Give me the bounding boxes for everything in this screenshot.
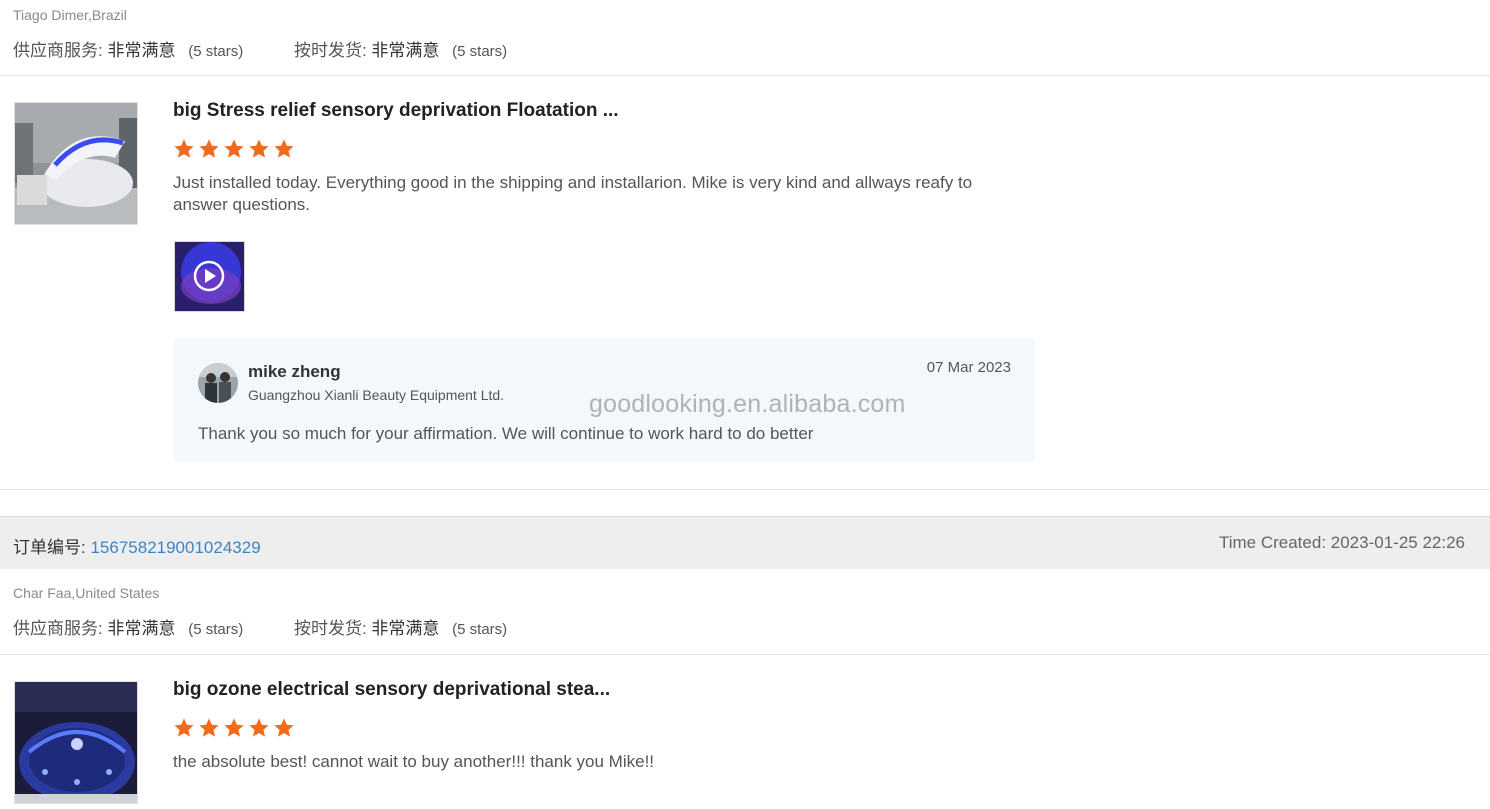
order-number-label: 订单编号: <box>13 538 86 557</box>
on-time-value: 非常满意 <box>371 41 440 60</box>
buyer-name: Char Faa,United States <box>13 585 160 601</box>
divider <box>0 489 1490 490</box>
supplier-service-value: 非常满意 <box>107 619 176 638</box>
on-time-label: 按时发货: <box>293 41 367 60</box>
buyer-ratings: 供应商服务: 非常满意 (5 stars) 按时发货: 非常满意 (5 star… <box>13 36 507 61</box>
on-time-label: 按时发货: <box>293 619 367 638</box>
on-time-delivery-rating: 按时发货: 非常满意 (5 stars) <box>294 36 507 61</box>
order-number-link[interactable]: 156758219001024329 <box>90 538 260 557</box>
star-rating <box>173 138 295 160</box>
on-time-stars: (5 stars) <box>452 43 508 60</box>
supplier-service-label: 供应商服务: <box>13 41 103 60</box>
star-icon <box>274 718 294 737</box>
watermark: goodlooking.en.alibaba.com <box>589 390 906 418</box>
star-icon <box>174 718 194 737</box>
product-title[interactable]: big ozone electrical sensory deprivation… <box>173 679 610 701</box>
product-thumbnail[interactable] <box>14 102 138 225</box>
review-text: Just installed today. Everything good in… <box>173 173 973 214</box>
review-text: the absolute best! cannot wait to buy an… <box>173 752 655 771</box>
star-icon <box>249 718 269 737</box>
star-rating <box>173 717 295 739</box>
reviews-page: Tiago Dimer,Brazil 供应商服务: 非常满意 (5 stars)… <box>0 0 1490 809</box>
review-video-thumbnail[interactable] <box>174 241 245 312</box>
order-time-created: Time Created: 2023-01-25 22:26 <box>1218 533 1465 552</box>
star-icon <box>199 139 219 158</box>
reply-author-name: mike zheng <box>248 362 341 381</box>
reply-date: 07 Mar 2023 <box>926 359 1011 376</box>
star-icon <box>174 139 194 158</box>
star-icon <box>224 139 244 158</box>
star-icon <box>199 718 219 737</box>
star-icon <box>274 139 294 158</box>
supplier-service-label: 供应商服务: <box>13 619 103 638</box>
supplier-service-stars: (5 stars) <box>188 43 244 60</box>
divider <box>0 75 1490 76</box>
supplier-service-stars: (5 stars) <box>188 621 244 638</box>
on-time-value: 非常满意 <box>371 619 440 638</box>
star-icon <box>249 139 269 158</box>
supplier-service-rating: 供应商服务: 非常满意 (5 stars) <box>13 36 243 61</box>
on-time-stars: (5 stars) <box>452 621 508 638</box>
on-time-delivery-rating: 按时发货: 非常满意 (5 stars) <box>294 614 507 639</box>
reply-text: Thank you so much for your affirmation. … <box>198 424 814 443</box>
supplier-service-rating: 供应商服务: 非常满意 (5 stars) <box>13 614 243 639</box>
reply-company-name: Guangzhou Xianli Beauty Equipment Ltd. <box>248 387 505 403</box>
buyer-ratings: 供应商服务: 非常满意 (5 stars) 按时发货: 非常满意 (5 star… <box>13 614 507 639</box>
order-header: 订单编号: 156758219001024329 Time Created: 2… <box>0 516 1490 569</box>
product-thumbnail[interactable] <box>14 681 138 804</box>
star-icon <box>224 718 244 737</box>
avatar <box>198 363 238 403</box>
product-title[interactable]: big Stress relief sensory deprivation Fl… <box>173 100 619 122</box>
buyer-name: Tiago Dimer,Brazil <box>13 7 127 23</box>
order-number: 订单编号: 156758219001024329 <box>13 533 261 558</box>
divider <box>0 654 1490 655</box>
supplier-service-value: 非常满意 <box>107 41 176 60</box>
